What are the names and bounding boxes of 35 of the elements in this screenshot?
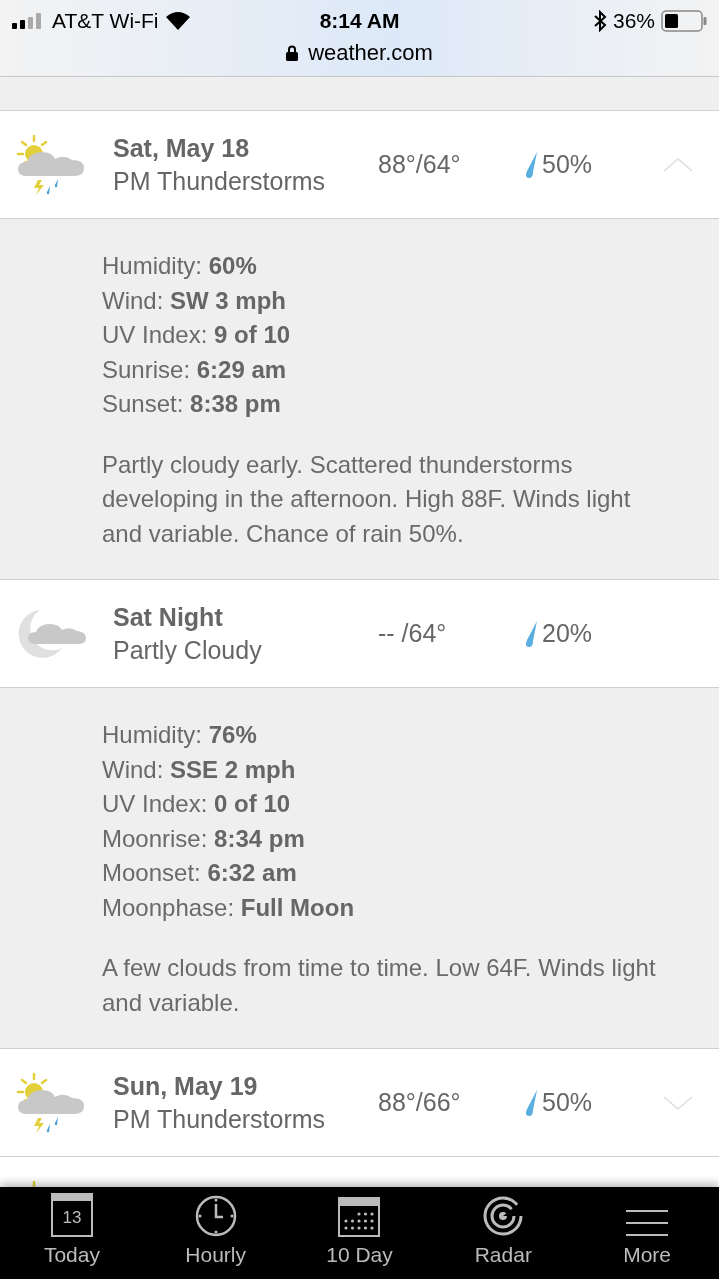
tab-label[interactable]: Radar: [474, 1243, 532, 1267]
precip-chance: 50%: [542, 1088, 593, 1117]
detail-line: UV Index: 0 of 10: [102, 789, 292, 819]
calendar-icon: 13: [50, 1193, 93, 1237]
detail-line: Wind: SSE 2 mph: [102, 754, 297, 785]
detail-line: Sunset: 8:38 pm: [102, 389, 282, 419]
detail-line: UV Index: 9 of 10: [102, 320, 292, 350]
tab-label[interactable]: More: [623, 1243, 671, 1267]
url-text[interactable]: weather.com: [308, 40, 433, 66]
battery-percent: 36%: [612, 9, 655, 33]
detail-line: Moonset: 6:32 am: [102, 858, 298, 888]
detail-line: Wind: SW 3 mph: [102, 285, 288, 316]
tab-label[interactable]: Hourly: [185, 1243, 247, 1267]
condition-text: PM Thunderstorms: [113, 1104, 327, 1134]
detail-line: Moonrise: 8:34 pm: [102, 823, 306, 854]
day-title: Sat Night: [113, 602, 224, 632]
day-title: Sat, May 18: [113, 133, 251, 163]
temperature-text: 88°/64°: [378, 150, 462, 179]
forecast-narrative: A few clouds from time to time. Low 64F. Winds light and variable.: [102, 953, 657, 1018]
tab-label[interactable]: 10 Day: [326, 1243, 393, 1267]
precip-chance: 20%: [542, 619, 593, 648]
condition-text: Partly Cloudy: [113, 635, 263, 665]
detail-line: Humidity: 60%: [102, 251, 258, 281]
condition-text: PM Thunderstorms: [113, 166, 327, 196]
tab-label[interactable]: Today: [43, 1243, 100, 1267]
temperature-text: -- /64°: [378, 619, 448, 648]
detail-line: Humidity: 76%: [102, 720, 258, 750]
day-title: Sun, May 19: [113, 1071, 259, 1101]
detail-line: Sunrise: 6:29 am: [102, 354, 288, 385]
temperature-text: 88°/66°: [378, 1088, 462, 1117]
clock-time: 8:14 AM: [319, 9, 400, 33]
precip-chance: 50%: [542, 150, 593, 179]
carrier-name: AT&T Wi-Fi: [52, 9, 159, 33]
detail-line: Moonphase: Full Moon: [102, 892, 356, 923]
forecast-narrative: Partly cloudy early. Scattered thunderstorms developing in the afternoon. High 88F. Winds light and variable. Chance of rain 50%.: [102, 449, 632, 549]
